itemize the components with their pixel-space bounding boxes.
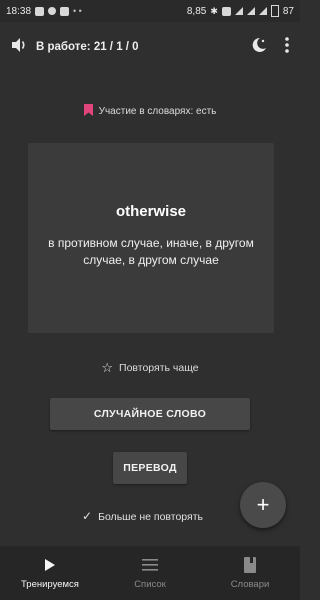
battery-level: 87 [282, 5, 294, 17]
vibrate-icon [221, 6, 231, 16]
translate-button[interactable]: ПЕРЕВОД [113, 452, 187, 484]
more-vert-icon[interactable] [284, 36, 290, 59]
dictionary-status-row: Участие в словарях: есть [0, 104, 300, 119]
night-mode-icon[interactable] [250, 36, 268, 59]
volume-icon[interactable] [10, 37, 28, 58]
dots-icon: • • [73, 6, 82, 16]
star-icon: ☆ [101, 360, 114, 375]
messenger-icon [48, 7, 57, 15]
nav-label-list: Список [134, 579, 166, 590]
repeat-more-label: Повторять чаще [119, 362, 199, 374]
network-speed: 8,85 [186, 5, 207, 17]
card-translation: в противном случае, иначе, в другом случ… [48, 236, 254, 267]
play-icon [44, 556, 56, 574]
status-time: 18:38 [6, 5, 32, 17]
battery-icon [270, 5, 279, 17]
app-title: В работе: 21 / 1 / 0 [36, 41, 139, 53]
no-repeat-toggle[interactable]: ✓ Больше не повторять [82, 509, 203, 523]
nav-item-training[interactable]: Тренируемся [0, 546, 100, 600]
card-word: otherwise [115, 203, 187, 220]
status-bar: 18:38 • • 8,85 ✱ 87 [0, 0, 300, 22]
bookmark-icon [83, 104, 93, 119]
nav-item-dictionaries[interactable]: Словари [200, 546, 300, 600]
nav-label-dictionaries: Словари [230, 579, 270, 590]
status-right: 8,85 ✱ 87 [187, 5, 294, 17]
signal-icon [246, 7, 255, 15]
nav-item-list[interactable]: Список [100, 546, 200, 600]
check-icon: ✓ [82, 509, 93, 523]
word-card[interactable]: otherwise в противном случае, иначе, в д… [28, 143, 274, 333]
random-word-button[interactable]: СЛУЧАЙНОЕ СЛОВО [50, 398, 250, 430]
wifi-icon [234, 7, 243, 15]
bluetooth-icon: ✱ [210, 5, 218, 16]
repeat-more-toggle[interactable]: ☆ Повторять чаще [0, 360, 300, 376]
dictionary-status: Участие в словарях: есть [98, 106, 217, 118]
status-left: 18:38 • • [6, 6, 82, 17]
app-bar: В работе: 21 / 1 / 0 [0, 24, 300, 70]
list-icon [142, 556, 158, 574]
add-fab-button[interactable]: + [240, 482, 286, 528]
signal-2-icon [258, 7, 267, 15]
app-icon [60, 6, 70, 16]
book-icon [244, 556, 256, 574]
bottom-nav: Тренируемся Список Словари [0, 546, 300, 600]
notification-icon [35, 6, 45, 16]
app-actions [250, 36, 290, 59]
nav-label-training: Тренируемся [21, 579, 79, 590]
no-repeat-label: Больше не повторять [98, 511, 203, 523]
